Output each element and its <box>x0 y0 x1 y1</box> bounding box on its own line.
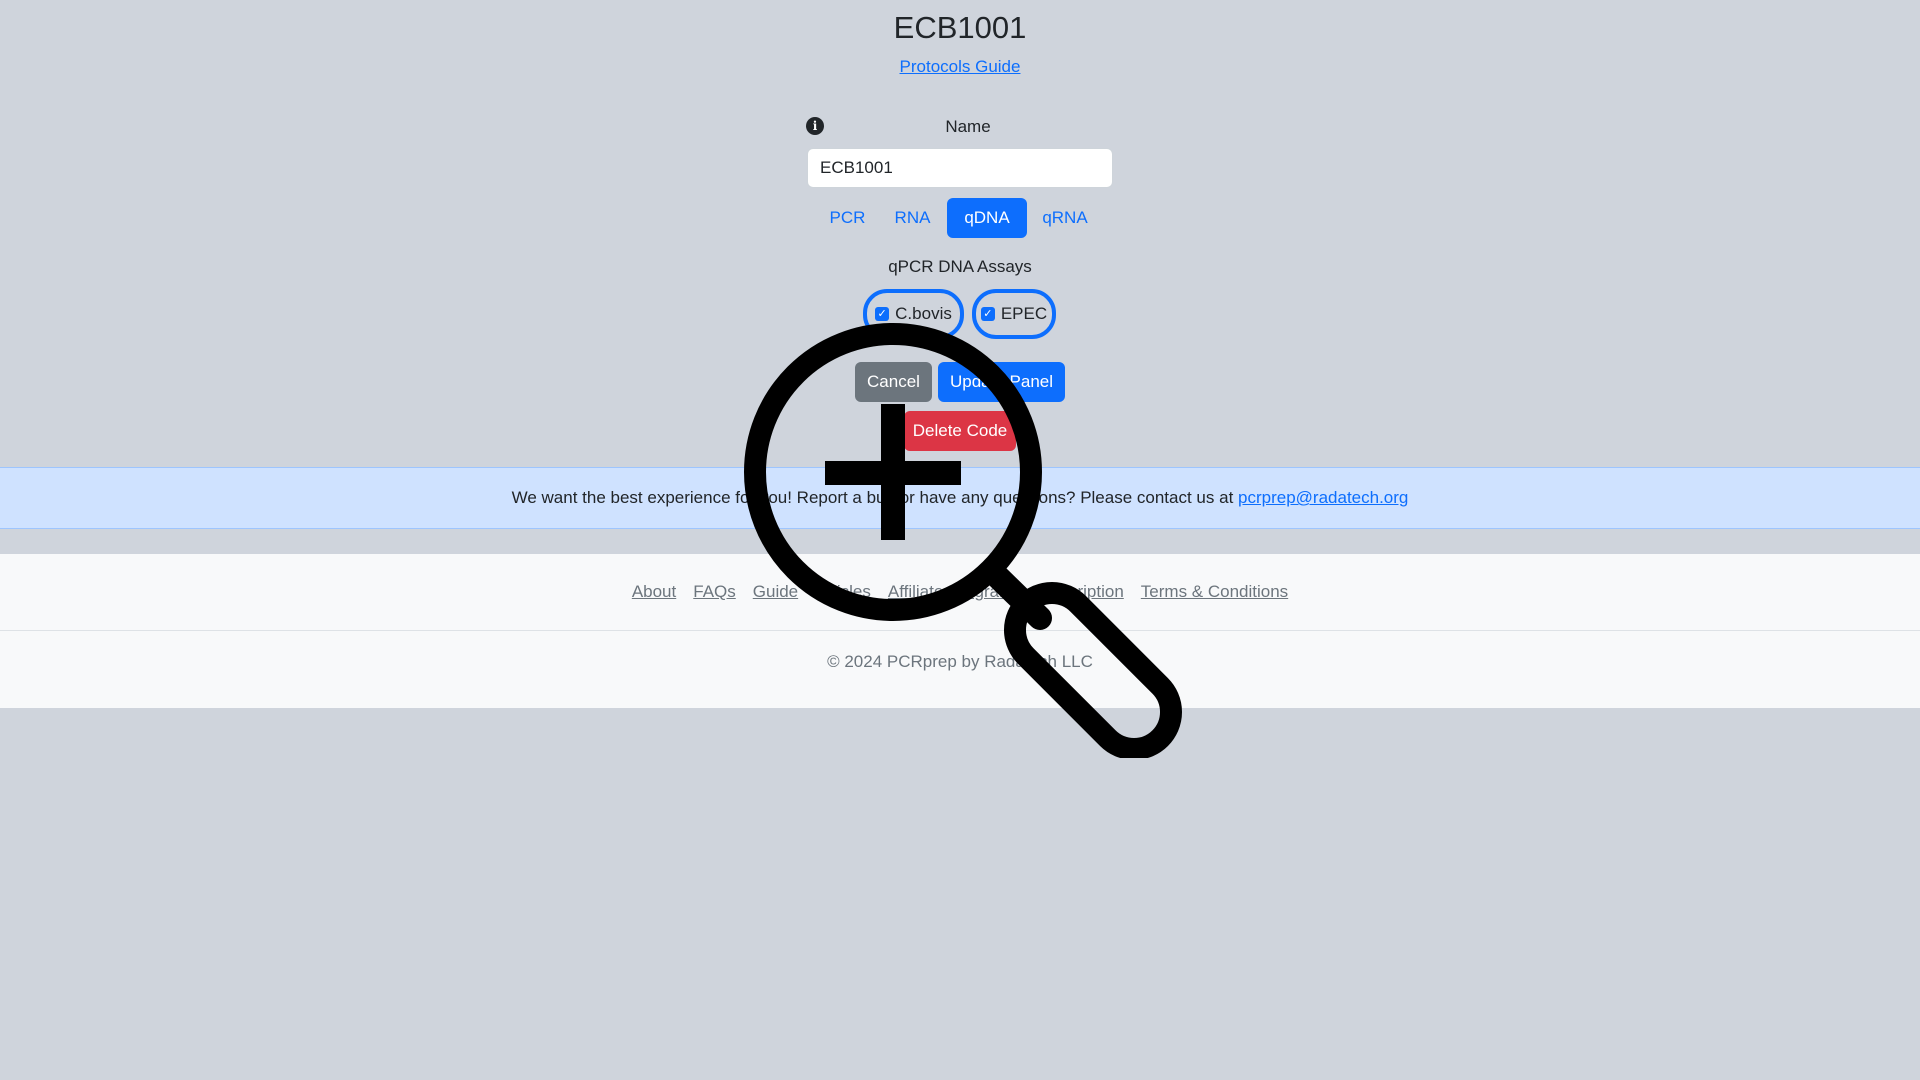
tab-qdna[interactable]: qDNA <box>947 198 1027 238</box>
footer-link-subscription[interactable]: Subscription <box>1030 582 1124 602</box>
footer-link-articles[interactable]: Articles <box>815 582 871 602</box>
footer: About FAQs Guide Articles Affiliate Prog… <box>0 554 1920 708</box>
copyright: © 2024 PCRprep by Radatech LLC <box>827 652 1093 671</box>
footer-links: About FAQs Guide Articles Affiliate Prog… <box>0 554 1920 631</box>
assay-label: C.bovis <box>895 304 952 323</box>
update-panel-button[interactable]: Update Panel <box>938 362 1065 402</box>
name-label: Name <box>945 117 991 136</box>
assays-title: qPCR DNA Assays <box>888 257 1032 276</box>
checkbox-checked-icon[interactable]: ✓ <box>875 307 890 321</box>
footer-link-affiliate[interactable]: Affiliate Program <box>888 582 1013 602</box>
tab-rna[interactable]: RNA <box>885 198 940 238</box>
alert-text: We want the best experience for you! Rep… <box>511 488 1239 507</box>
footer-link-guide[interactable]: Guide <box>753 582 798 602</box>
name-input[interactable] <box>807 148 1113 188</box>
delete-code-button[interactable]: Delete Code <box>904 411 1016 451</box>
contact-alert: We want the best experience for you! Rep… <box>0 467 1920 529</box>
page-title: ECB1001 <box>893 10 1027 45</box>
assay-cbovis[interactable]: ✓ C.bovis <box>863 289 964 339</box>
protocols-guide-link[interactable]: Protocols Guide <box>900 57 1021 76</box>
protocols-guide-link-wrap: Protocols Guide <box>0 56 1920 78</box>
assay-label: EPEC <box>1000 304 1048 323</box>
tab-qrna[interactable]: qRNA <box>1035 198 1095 238</box>
footer-link-faqs[interactable]: FAQs <box>693 582 736 602</box>
info-icon[interactable]: i <box>806 117 824 135</box>
footer-link-terms[interactable]: Terms & Conditions <box>1141 582 1288 602</box>
cancel-button[interactable]: Cancel <box>855 362 932 402</box>
assay-epec[interactable]: ✓ EPEC <box>972 289 1056 339</box>
footer-link-about[interactable]: About <box>632 582 676 602</box>
tab-pcr[interactable]: PCR <box>820 198 875 238</box>
checkbox-checked-icon[interactable]: ✓ <box>980 307 995 321</box>
contact-email-link[interactable]: pcrprep@radatech.org <box>1238 488 1408 507</box>
